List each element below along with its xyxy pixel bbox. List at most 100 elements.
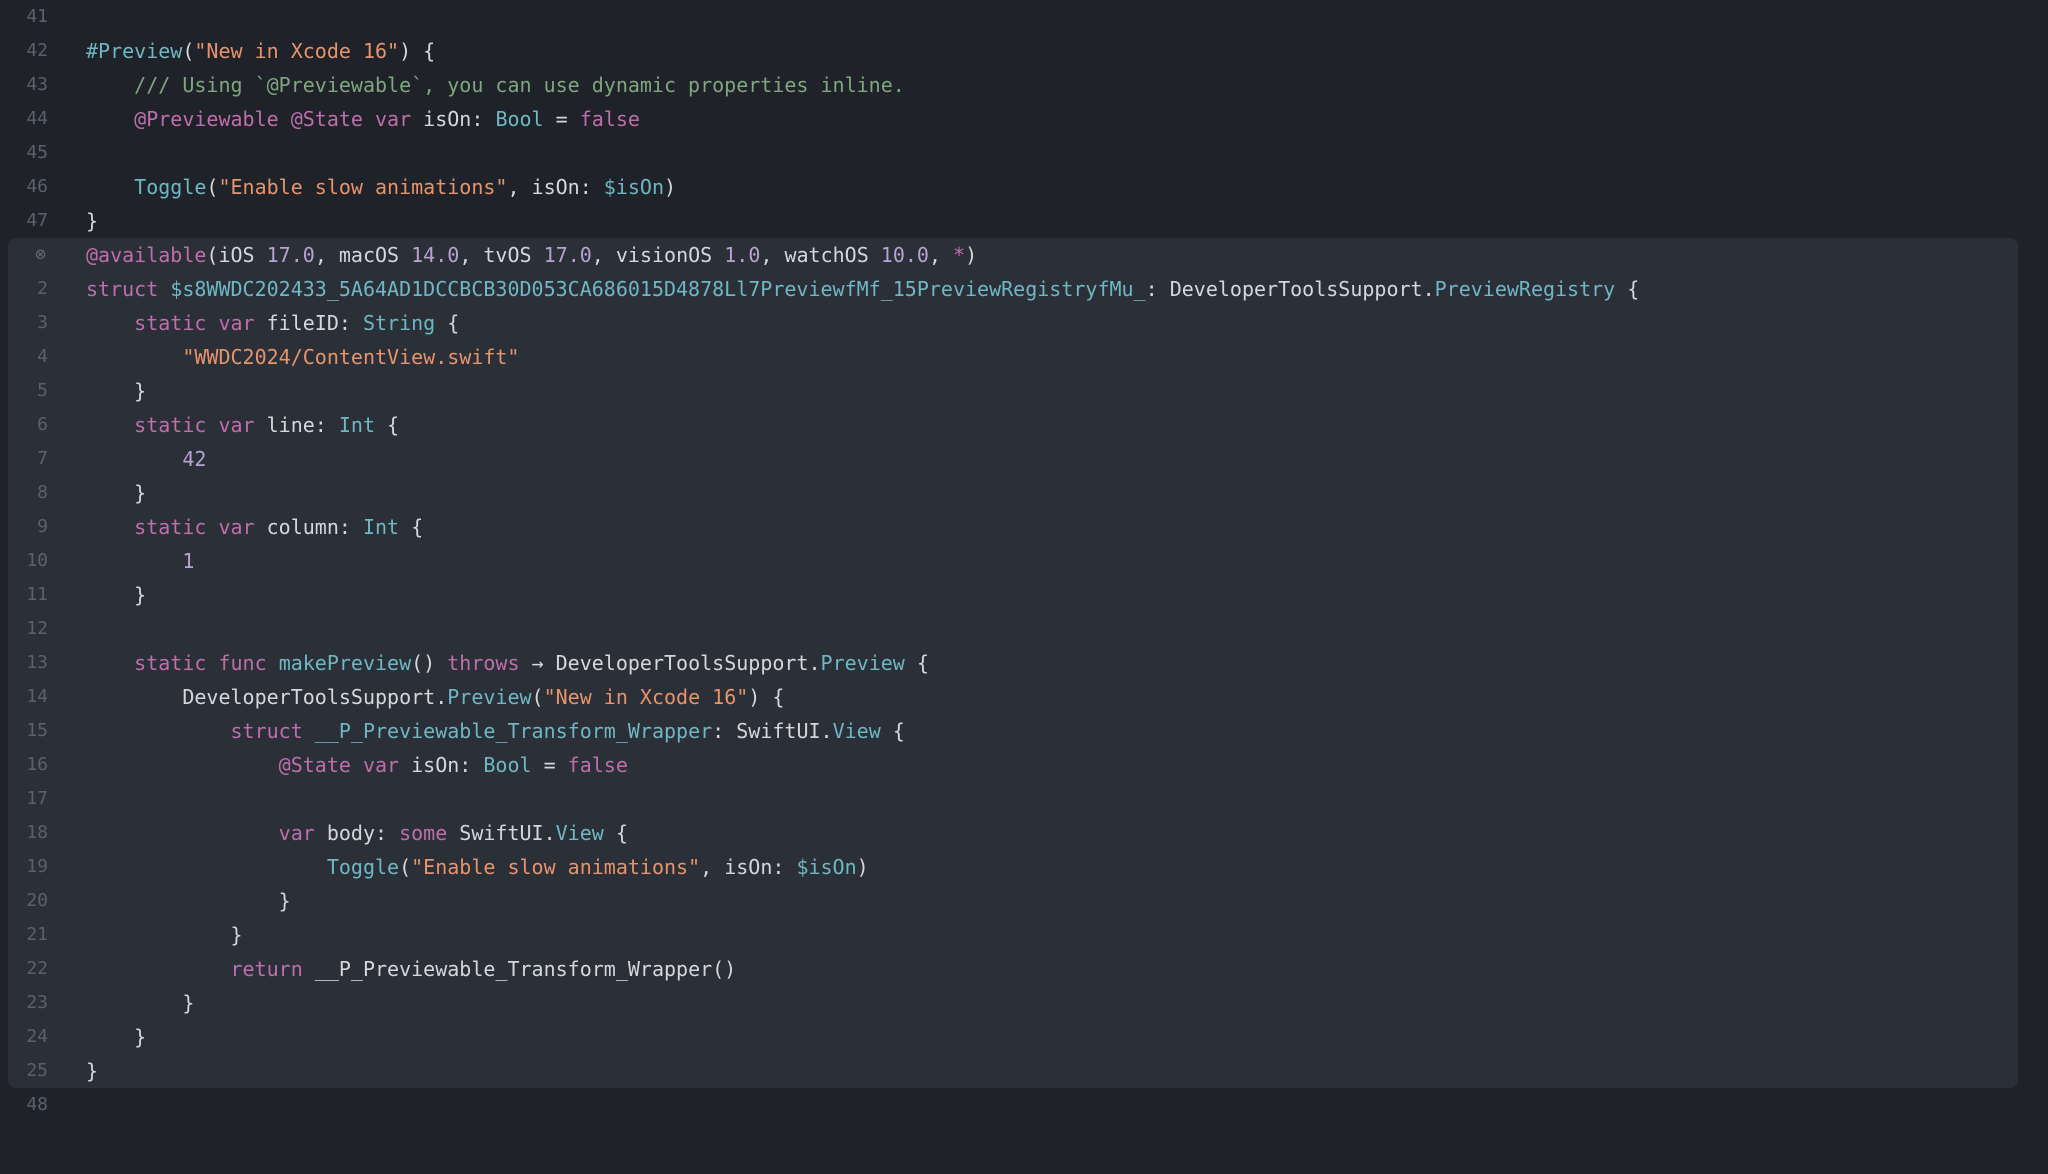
code-content[interactable]: static func makePreview() throws → Devel… [64, 646, 929, 680]
token [86, 413, 134, 437]
code-line[interactable]: 15 struct __P_Previewable_Transform_Wrap… [8, 714, 2018, 748]
code-content[interactable]: #Preview("New in Xcode 16") { [64, 34, 435, 68]
code-line[interactable]: 11 } [8, 578, 2018, 612]
code-line[interactable]: 44 @Previewable @State var isOn: Bool = … [0, 102, 2048, 136]
code-line[interactable]: 42#Preview("New in Xcode 16") { [0, 34, 2048, 68]
code-content[interactable]: static var fileID: String { [64, 306, 459, 340]
code-content[interactable]: DeveloperToolsSupport.Preview("New in Xc… [64, 680, 784, 714]
code-content[interactable]: } [64, 374, 146, 408]
line-number: 9 [8, 510, 64, 544]
code-line[interactable]: 45 [0, 136, 2048, 170]
code-content[interactable]: struct __P_Previewable_Transform_Wrapper… [64, 714, 905, 748]
code-content[interactable]: "WWDC2024/ContentView.swift" [64, 340, 519, 374]
line-number: 13 [8, 646, 64, 680]
code-line[interactable]: 41 [0, 0, 2048, 34]
token: ) [965, 243, 977, 267]
token: { [435, 311, 459, 335]
token: $isOn [796, 855, 856, 879]
token: String [363, 311, 435, 335]
code-line[interactable]: 21 } [8, 918, 2018, 952]
code-line[interactable]: 43 /// Using `@Previewable`, you can use… [0, 68, 2048, 102]
token [303, 719, 315, 743]
code-line[interactable]: 23 } [8, 986, 2018, 1020]
code-line[interactable]: 22 return __P_Previewable_Transform_Wrap… [8, 952, 2018, 986]
code-content[interactable]: Toggle("Enable slow animations", isOn: $… [64, 850, 869, 884]
token [206, 311, 218, 335]
token [86, 73, 134, 97]
code-line[interactable]: 3 static var fileID: String { [8, 306, 2018, 340]
token: makePreview [279, 651, 411, 675]
code-line[interactable]: 46 Toggle("Enable slow animations", isOn… [0, 170, 2048, 204]
code-line[interactable]: 9 static var column: Int { [8, 510, 2018, 544]
code-line[interactable]: 8 } [8, 476, 2018, 510]
code-line[interactable]: 4 "WWDC2024/ContentView.swift" [8, 340, 2018, 374]
token: static [134, 651, 206, 675]
line-number: 6 [8, 408, 64, 442]
code-content[interactable]: } [64, 1054, 98, 1088]
close-circle-icon[interactable]: ⊗ [35, 238, 46, 272]
token: , isOn: [507, 175, 603, 199]
token: { [905, 651, 929, 675]
code-line[interactable]: 48 [0, 1088, 2048, 1122]
code-content[interactable]: static var line: Int { [64, 408, 399, 442]
line-number: 22 [8, 952, 64, 986]
line-number: 25 [8, 1054, 64, 1088]
code-content[interactable]: } [64, 476, 146, 510]
code-line[interactable]: 18 var body: some SwiftUI.View { [8, 816, 2018, 850]
code-content[interactable]: } [64, 986, 194, 1020]
code-line[interactable]: 17 [8, 782, 2018, 816]
code-content[interactable]: 42 [64, 442, 206, 476]
code-editor[interactable]: 4142#Preview("New in Xcode 16") {43 /// … [0, 0, 2048, 1174]
line-number: 17 [8, 782, 64, 816]
code-line[interactable]: 6 static var line: Int { [8, 408, 2018, 442]
code-line[interactable]: 2struct $s8WWDC202433_5A64AD1DCCBCB30D05… [8, 272, 2018, 306]
line-number: 5 [8, 374, 64, 408]
line-number: 10 [8, 544, 64, 578]
code-content[interactable]: static var column: Int { [64, 510, 423, 544]
code-line[interactable]: 13 static func makePreview() throws → De… [8, 646, 2018, 680]
code-content[interactable]: } [64, 204, 98, 238]
code-line[interactable]: 12 [8, 612, 2018, 646]
code-content[interactable]: } [64, 918, 243, 952]
line-number: 4 [8, 340, 64, 374]
code-content[interactable]: /// Using `@Previewable`, you can use dy… [64, 68, 905, 102]
token: Preview [447, 685, 531, 709]
code-content[interactable]: Toggle("Enable slow animations", isOn: $… [64, 170, 676, 204]
token: "New in Xcode 16" [544, 685, 749, 709]
code-content[interactable]: } [64, 1020, 146, 1054]
code-content[interactable]: @available(iOS 17.0, macOS 14.0, tvOS 17… [64, 238, 977, 272]
code-content[interactable]: var body: some SwiftUI.View { [64, 816, 628, 850]
token: Preview [821, 651, 905, 675]
code-content[interactable]: struct $s8WWDC202433_5A64AD1DCCBCB30D053… [64, 272, 1639, 306]
token [363, 107, 375, 131]
code-line[interactable]: 25} [8, 1054, 2018, 1088]
token: "WWDC2024/ContentView.swift" [182, 345, 519, 369]
token: var [218, 515, 254, 539]
token: __P_Previewable_Transform_Wrapper [315, 719, 712, 743]
code-line[interactable]: 5 } [8, 374, 2018, 408]
code-line[interactable]: ⊗ @available(iOS 17.0, macOS 14.0, tvOS 1… [8, 238, 2018, 272]
code-content[interactable]: return __P_Previewable_Transform_Wrapper… [64, 952, 736, 986]
code-line[interactable]: 14 DeveloperToolsSupport.Preview("New in… [8, 680, 2018, 714]
code-content[interactable]: 1 [64, 544, 194, 578]
token: var [363, 753, 399, 777]
code-content[interactable]: @Previewable @State var isOn: Bool = fal… [64, 102, 640, 136]
token: 1.0 [724, 243, 760, 267]
code-line[interactable]: 16 @State var isOn: Bool = false [8, 748, 2018, 782]
token: __P_Previewable_Transform_Wrapper() [303, 957, 736, 981]
token: 10.0 [881, 243, 929, 267]
code-line[interactable]: 19 Toggle("Enable slow animations", isOn… [8, 850, 2018, 884]
code-line[interactable]: 20 } [8, 884, 2018, 918]
token: } [86, 923, 243, 947]
code-content[interactable]: } [64, 884, 291, 918]
token: 14.0 [411, 243, 459, 267]
code-line[interactable]: 7 42 [8, 442, 2018, 476]
token [86, 107, 134, 131]
token: body: [315, 821, 399, 845]
code-content[interactable]: @State var isOn: Bool = false [64, 748, 628, 782]
token: #Preview [86, 39, 182, 63]
code-content[interactable]: } [64, 578, 146, 612]
code-line[interactable]: 24 } [8, 1020, 2018, 1054]
code-line[interactable]: 47} [0, 204, 2048, 238]
code-line[interactable]: 10 1 [8, 544, 2018, 578]
